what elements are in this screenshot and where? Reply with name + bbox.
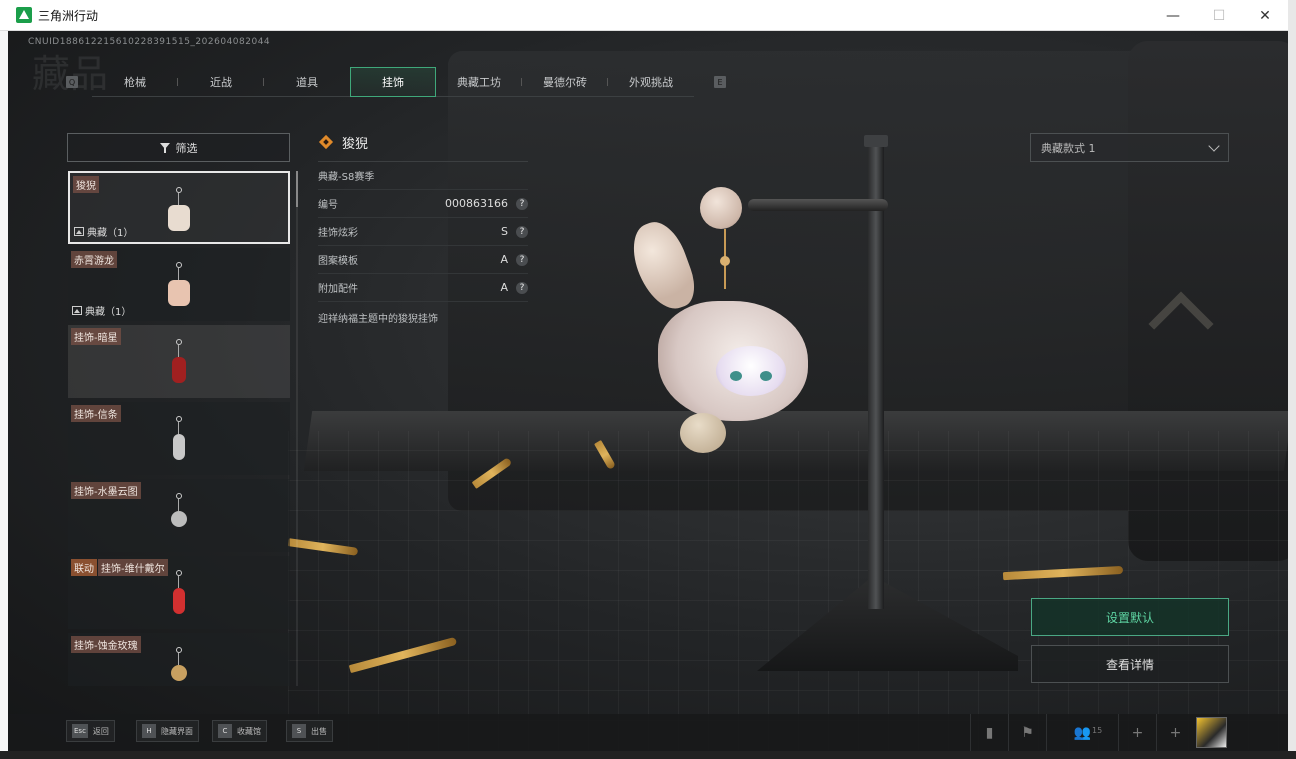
- item-name: 挂饰-暗星: [71, 328, 121, 345]
- item-thumbnail: [164, 647, 194, 686]
- tab-prev-key[interactable]: Q: [66, 76, 78, 88]
- item-thumbnail: [164, 570, 194, 622]
- item-thumbnail: [164, 339, 194, 391]
- stats-icon[interactable]: ▮: [970, 714, 1008, 751]
- chevron-down-icon: [1208, 139, 1220, 152]
- style-select[interactable]: 典藏款式 1: [1030, 133, 1229, 162]
- charm-eye: [760, 371, 772, 381]
- detail-row: 编号 000863166?: [318, 190, 528, 218]
- app-logo-icon: [16, 7, 32, 23]
- style-select-value: 典藏款式 1: [1041, 141, 1096, 155]
- list-item[interactable]: 挂饰-蚀金玫瑰: [68, 633, 290, 686]
- add-icon[interactable]: +: [1118, 714, 1156, 751]
- detail-row: 图案模板 A?: [318, 246, 528, 274]
- charm-paw: [680, 413, 726, 453]
- detail-header: 狻猊: [318, 131, 528, 153]
- detail-row: 附加配件 A?: [318, 274, 528, 302]
- maximize-button[interactable]: ☐: [1196, 0, 1242, 31]
- tab-mandel-brick[interactable]: 曼德尔砖: [522, 67, 608, 97]
- detail-description: 迎祥纳福主题中的狻猊挂饰: [318, 314, 438, 325]
- item-thumbnail: [164, 187, 194, 239]
- list-item[interactable]: 挂饰-水墨云图: [68, 479, 290, 552]
- item-name: 挂饰-信条: [71, 405, 121, 422]
- bottom-bar: Esc 返回 H 隐藏界面 C 收藏馆 S 出售 ▮ ⚑ 👥 15 + +: [8, 714, 1288, 751]
- filter-icon: [159, 142, 170, 153]
- stand-cap: [864, 135, 888, 147]
- detail-row: 挂饰炫彩 S?: [318, 218, 528, 246]
- detail-season-row: 典藏-S8赛季: [318, 162, 528, 190]
- friends-count: 15: [1092, 726, 1103, 735]
- charm-list: 狻猊 典藏（1） 赤霄游龙 典藏（1） 挂饰-暗星 挂饰-信条 挂饰-水墨云图 …: [68, 171, 290, 686]
- minimize-button[interactable]: —: [1150, 0, 1196, 31]
- list-item[interactable]: 挂饰-暗星: [68, 325, 290, 398]
- hint-sell[interactable]: S 出售: [286, 720, 333, 742]
- help-icon[interactable]: ?: [516, 281, 528, 294]
- stand-arm: [748, 199, 888, 211]
- view-details-button[interactable]: 查看详情: [1031, 645, 1229, 683]
- image-icon: [74, 227, 84, 236]
- bottom-window-edge: [0, 751, 1296, 759]
- hint-back[interactable]: Esc 返回: [66, 720, 115, 742]
- left-window-edge: [0, 31, 8, 751]
- rarity-diamond-icon: [318, 134, 334, 150]
- detail-rows: 典藏-S8赛季 编号 000863166? 挂饰炫彩 S? 图案模板 A? 附加…: [318, 161, 528, 302]
- tab-collection-workshop[interactable]: 典藏工坊: [436, 67, 522, 97]
- list-scrollbar[interactable]: [296, 171, 298, 686]
- flag-icon[interactable]: ⚑: [1008, 714, 1046, 751]
- item-name: 狻猊: [73, 176, 99, 193]
- tab-items[interactable]: 道具: [264, 67, 350, 97]
- item-name: 赤霄游龙: [71, 251, 117, 268]
- charm-knot: [720, 256, 730, 266]
- charm-bead: [700, 187, 742, 229]
- background-table: [288, 431, 1288, 751]
- uid-label: CNUID1886122156102283915​15_202604082044: [28, 37, 271, 47]
- hint-collection[interactable]: C 收藏馆: [212, 720, 267, 742]
- help-icon[interactable]: ?: [516, 197, 528, 210]
- avatar[interactable]: [1196, 717, 1227, 748]
- list-item[interactable]: 联动 挂饰-维什戴尔: [68, 556, 290, 629]
- tab-next-key[interactable]: E: [714, 76, 726, 88]
- charm-creature-face: [716, 346, 786, 396]
- set-default-button[interactable]: 设置默认: [1031, 598, 1229, 636]
- close-button[interactable]: ✕: [1242, 0, 1288, 31]
- list-scroll-thumb[interactable]: [296, 171, 298, 207]
- item-name: 挂饰-维什戴尔: [98, 559, 168, 576]
- tab-guns[interactable]: 枪械: [92, 67, 178, 97]
- help-icon[interactable]: ?: [516, 225, 528, 238]
- friends-icon[interactable]: 👥: [1046, 714, 1118, 751]
- filter-button[interactable]: 筛选: [67, 133, 290, 162]
- item-name: 挂饰-水墨云图: [71, 482, 141, 499]
- window-title: 三角洲行动: [38, 8, 99, 23]
- tab-charms[interactable]: 挂饰: [350, 67, 436, 97]
- category-tabs: 枪械 近战 道具 挂饰 典藏工坊 曼德尔砖 外观挑战: [92, 67, 694, 97]
- filter-label: 筛选: [175, 141, 198, 155]
- tab-appearance-challenge[interactable]: 外观挑战: [608, 67, 694, 97]
- item-name: 挂饰-蚀金玫瑰: [71, 636, 141, 653]
- game-viewport: 藏品 CNUID1886122156102283915​15_202604082…: [8, 31, 1288, 751]
- item-badge: 典藏（1）: [74, 224, 133, 239]
- tab-melee[interactable]: 近战: [178, 67, 264, 97]
- window-titlebar: 三角洲行动 — ☐ ✕: [0, 0, 1288, 31]
- image-icon: [72, 306, 82, 315]
- help-icon[interactable]: ?: [516, 253, 528, 266]
- charm-eye: [730, 371, 742, 381]
- list-item[interactable]: 赤霄游龙 典藏（1）: [68, 248, 290, 321]
- collab-tag: 联动: [71, 559, 97, 576]
- list-item[interactable]: 挂饰-信条: [68, 402, 290, 475]
- window-controls: — ☐ ✕: [1150, 0, 1288, 31]
- hint-hide-ui[interactable]: H 隐藏界面: [136, 720, 199, 742]
- item-thumbnail: [164, 262, 194, 314]
- item-badge: 典藏（1）: [72, 303, 131, 318]
- add-icon[interactable]: +: [1156, 714, 1194, 751]
- detail-item-name: 狻猊: [342, 136, 369, 152]
- detail-panel: 狻猊 典藏-S8赛季 编号 000863166? 挂饰炫彩 S? 图案模板 A?…: [318, 131, 528, 325]
- right-window-edge: [1288, 0, 1296, 759]
- item-thumbnail: [164, 416, 194, 468]
- item-thumbnail: [164, 493, 194, 545]
- list-item[interactable]: 狻猊 典藏（1）: [68, 171, 290, 244]
